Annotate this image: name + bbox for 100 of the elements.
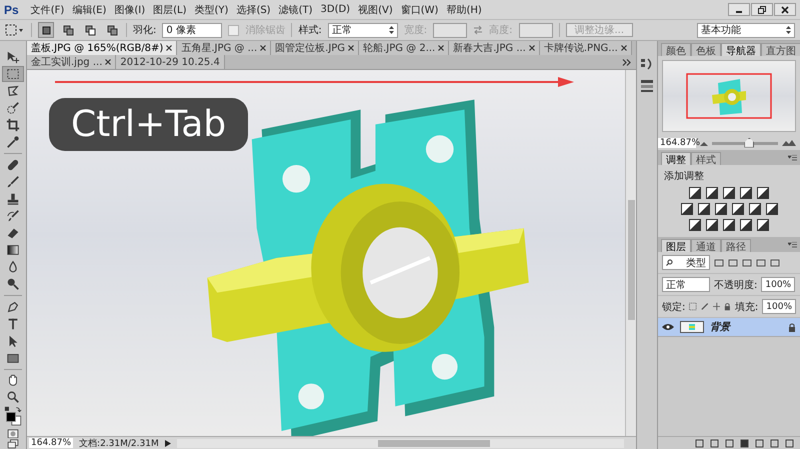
link-icon[interactable] — [695, 438, 704, 448]
menu-item[interactable]: 选择(S) — [236, 2, 271, 16]
workspace-dropdown[interactable]: 基本功能 — [697, 22, 795, 38]
document-tab[interactable]: 金工实训.jpg ... — [27, 55, 116, 69]
close-icon[interactable] — [620, 45, 627, 51]
menu-item[interactable]: 帮助(H) — [446, 2, 482, 16]
layer-action-icon[interactable] — [770, 438, 779, 448]
menu-item[interactable]: 3D(D) — [320, 4, 350, 15]
panel-tab[interactable]: 路径 — [721, 239, 751, 252]
close-icon[interactable] — [348, 45, 354, 51]
menu-item[interactable]: 类型(Y) — [194, 2, 228, 16]
screen-mode-icon[interactable] — [6, 439, 20, 449]
slider-thumb[interactable] — [744, 138, 754, 148]
folder-icon[interactable] — [755, 438, 764, 448]
adjustment-icon[interactable] — [680, 203, 692, 215]
marquee-preset-icon[interactable] — [5, 24, 25, 36]
close-icon[interactable] — [528, 45, 535, 51]
fill-field[interactable]: 100% — [762, 299, 796, 314]
menu-item[interactable]: 滤镜(T) — [278, 2, 313, 16]
dropdown-arrows-icon — [388, 26, 394, 34]
dropdown-arrows-icon — [786, 26, 791, 34]
navigator-preview[interactable] — [662, 60, 796, 132]
document-tab[interactable]: 轮船.JPG @ 2... — [359, 41, 450, 55]
zoom-in-icon[interactable] — [782, 140, 796, 146]
filter-dropdown[interactable]: 类型 — [662, 255, 710, 270]
panel-tab[interactable]: 调整 — [661, 152, 691, 165]
marquee-tool-icon[interactable] — [2, 66, 24, 82]
horizontal-scrollbar[interactable] — [176, 438, 624, 448]
close-icon[interactable] — [260, 45, 266, 51]
document-tab[interactable]: 圆管定位板.JPG — [271, 41, 360, 55]
properties-panel-icon[interactable] — [640, 79, 654, 93]
opacity-field[interactable]: 100% — [761, 277, 796, 292]
layer-row[interactable]: 背景 — [658, 318, 800, 337]
menu-item[interactable]: 视图(V) — [358, 2, 393, 16]
lock-move-icon[interactable] — [712, 302, 720, 311]
panel-tab[interactable]: 通道 — [691, 239, 721, 252]
lock-icon[interactable] — [724, 302, 731, 311]
menu-item[interactable]: 编辑(E) — [72, 2, 106, 16]
panel-tab[interactable]: 颜色 — [661, 43, 691, 56]
tab-overflow-icon[interactable] — [622, 58, 632, 66]
panel-tab[interactable]: 色板 — [691, 43, 721, 56]
menu-item[interactable]: 窗口(W) — [400, 2, 438, 16]
panel-tab[interactable]: 图层 — [661, 239, 691, 252]
lock-pixels-icon[interactable] — [689, 302, 697, 311]
style-dropdown[interactable]: 正常 — [328, 22, 398, 38]
adjustment-icon[interactable] — [766, 203, 778, 215]
adjustment-icon[interactable] — [757, 187, 769, 199]
adjustment-icon[interactable] — [714, 203, 726, 215]
height-field[interactable] — [518, 22, 552, 38]
panel-menu-icon[interactable] — [788, 154, 797, 160]
menu-item[interactable]: 图像(I) — [114, 2, 146, 16]
trash-icon[interactable] — [785, 438, 794, 448]
quick-mask-icon[interactable] — [6, 428, 20, 438]
minimize-button[interactable] — [728, 3, 750, 16]
style-label: 样式: — [298, 24, 322, 37]
adjustment-icon[interactable] — [757, 219, 769, 231]
document-tab[interactable]: 2012-10-29 10.25.4 — [116, 55, 225, 69]
feather-field[interactable]: 0 像素 — [162, 22, 222, 38]
adjustment-icon[interactable] — [723, 187, 735, 199]
adjustment-icon[interactable] — [732, 203, 744, 215]
vertical-scrollbar[interactable] — [625, 70, 636, 436]
panel-title: 添加调整 — [663, 170, 705, 184]
panel-tab[interactable]: 样式 — [691, 152, 721, 165]
close-icon[interactable] — [438, 45, 444, 51]
adjustment-icon[interactable] — [689, 219, 701, 231]
adjustment-icon[interactable] — [748, 203, 760, 215]
adjustment-icon[interactable] — [698, 203, 710, 215]
zoom-level[interactable]: 164.87% — [29, 438, 74, 448]
restore-button[interactable] — [751, 3, 773, 16]
adjustment-icon[interactable] — [723, 219, 735, 231]
adjustment-icon[interactable] — [740, 187, 752, 199]
selection-mode-icon[interactable] — [38, 22, 54, 38]
lock-label: 锁定: — [662, 300, 686, 314]
panel-tab[interactable]: 直方图 — [761, 43, 800, 56]
shortcut-caption: Ctrl+Tab — [49, 98, 248, 151]
eye-icon[interactable] — [662, 323, 674, 331]
adjustment-icon[interactable] — [706, 219, 718, 231]
play-icon[interactable] — [164, 440, 171, 446]
document-tab[interactable]: 新春大吉.JPG ... — [449, 41, 540, 55]
adjustment-icon[interactable] — [689, 187, 701, 199]
adjustment-icon[interactable] — [706, 187, 718, 199]
close-icon[interactable] — [166, 45, 172, 51]
close-button[interactable] — [774, 3, 796, 16]
blend-mode-dropdown[interactable]: 正常 — [662, 277, 710, 292]
history-panel-icon[interactable] — [640, 57, 654, 71]
document-tab[interactable]: 盖板.JPG @ 165%(RGB/8#) — [27, 41, 178, 55]
panel-tab[interactable]: 导航器 — [721, 43, 761, 56]
document-size: 文档:2.31M/2.31M — [79, 438, 159, 449]
color-swatches-icon[interactable] — [2, 406, 24, 428]
menu-item[interactable]: 文件(F) — [30, 2, 64, 16]
lock-brush-icon[interactable] — [700, 302, 709, 311]
zoom-out-icon[interactable] — [700, 140, 708, 146]
width-field[interactable] — [433, 22, 468, 38]
adjustment-icon[interactable] — [740, 219, 752, 231]
close-icon[interactable] — [105, 59, 112, 65]
panel-menu-icon[interactable] — [788, 242, 797, 248]
document-tab[interactable]: 卡牌传说.PNG... — [540, 41, 632, 55]
menu-item[interactable]: 图层(L) — [153, 2, 187, 16]
document-tab[interactable]: 五角星.JPG @ ... — [177, 41, 272, 55]
height-label: 高度: — [489, 24, 512, 37]
